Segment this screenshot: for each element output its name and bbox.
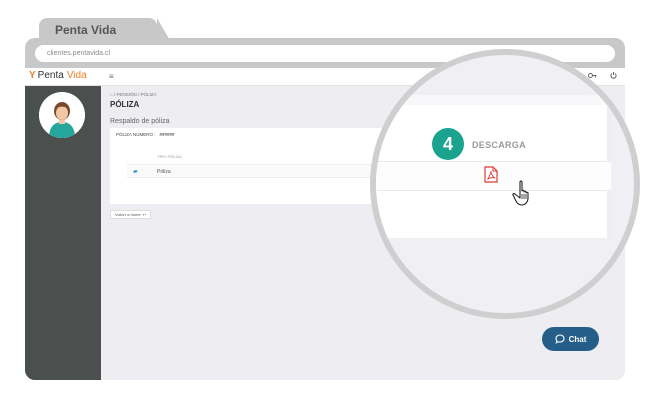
chat-bubble-icon [554, 334, 565, 344]
hamburger-icon[interactable]: ≡ [109, 72, 114, 81]
hand-pointer-icon [512, 180, 529, 206]
section-title: Respaldo de póliza [110, 118, 170, 125]
logo-prefix: Penta [37, 70, 64, 81]
user-avatar[interactable] [39, 92, 85, 138]
user-avatar-icon [39, 92, 85, 138]
sidebar [25, 86, 101, 380]
step-badge: 4 [432, 128, 464, 160]
chat-label: Chat [568, 334, 587, 344]
policy-number-value: ###### [159, 132, 175, 137]
policy-number: PÓLIZA NÚMERO : ###### [116, 132, 175, 137]
chat-button[interactable]: Chat [542, 327, 599, 351]
reply-icon: ↩ [142, 212, 146, 217]
back-home-label: Volver a home [115, 212, 141, 217]
magnified-band [376, 95, 634, 105]
logo[interactable]: Y Penta Vida [29, 70, 87, 81]
screenshot-stage: Penta Vida clientes.pentavida.cl Y Penta… [0, 0, 650, 400]
folder-icon[interactable]: ▰ [133, 168, 138, 175]
magnified-view: 4 DESCARGA [376, 55, 634, 313]
home-icon[interactable]: ⌂ [110, 92, 113, 97]
policy-number-label: PÓLIZA NÚMERO : [116, 132, 156, 137]
logo-mark-icon: Y [29, 70, 36, 81]
download-column-label: DESCARGA [472, 140, 526, 150]
back-home-button[interactable]: Volver a home ↩ [110, 210, 151, 219]
breadcrumb-text[interactable]: / PENSIÓN / PÓLIZA [114, 92, 157, 97]
logo-suffix: Vida [66, 70, 87, 81]
pdf-download-icon[interactable] [484, 166, 498, 183]
row-policy-type: Póliza [157, 169, 171, 175]
breadcrumb: ⌂ / PENSIÓN / PÓLIZA [110, 92, 157, 97]
page-title: PÓLIZA [110, 100, 140, 109]
column-header-type: TIPO PÓLIZA [157, 154, 182, 159]
magnifier-callout: 4 DESCARGA [370, 49, 640, 319]
